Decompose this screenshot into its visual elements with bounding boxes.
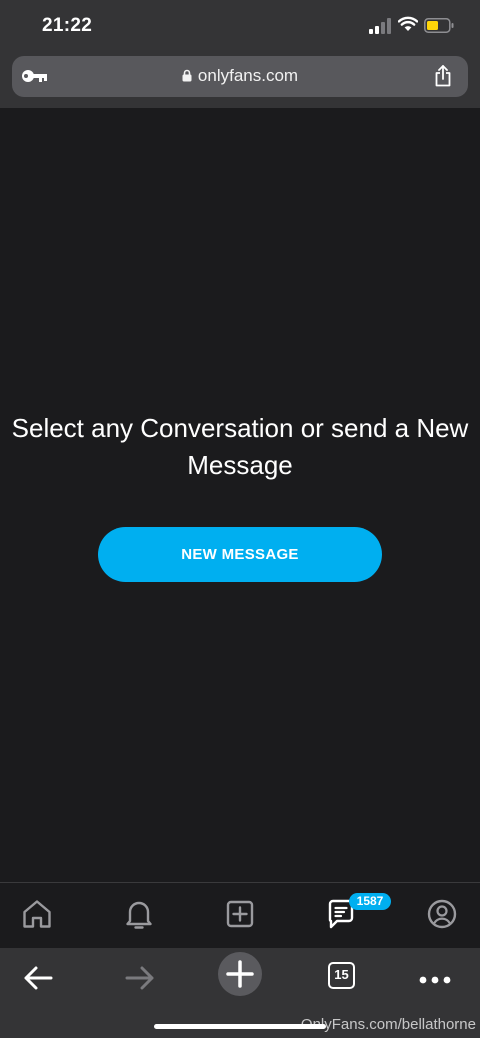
url-text: onlyfans.com (197, 66, 299, 85)
wifi-icon (398, 16, 418, 31)
messages-count-badge: 1587 (349, 893, 391, 910)
bell-icon (126, 901, 152, 929)
new-tab-button[interactable] (218, 952, 262, 996)
profile-icon (427, 899, 457, 929)
forward-button[interactable] (118, 956, 162, 1000)
new-message-button[interactable]: NEW MESSAGE (98, 527, 382, 582)
url-display[interactable]: onlyfans.com (12, 66, 468, 86)
battery-icon (424, 18, 454, 33)
status-bar: 21:22 (0, 0, 480, 52)
nav-add-post[interactable] (223, 897, 257, 931)
nav-notifications[interactable] (122, 897, 156, 931)
bottom-nav (0, 882, 480, 948)
back-button[interactable] (16, 956, 60, 1000)
share-icon[interactable] (434, 65, 452, 87)
home-icon (23, 900, 51, 928)
forward-arrow-icon (125, 966, 154, 990)
add-post-icon (226, 900, 254, 928)
watermark: OnlyFans.com/bellathorne (300, 1016, 476, 1033)
address-bar[interactable]: onlyfans.com (12, 56, 468, 97)
lock-icon (182, 69, 192, 82)
new-tab-plus-icon (226, 960, 254, 988)
nav-home[interactable] (20, 897, 54, 931)
browser-chrome: 21:22 onlyfans.com (0, 0, 480, 108)
empty-state-text: Select any Conversation or send a New Me… (11, 413, 469, 480)
status-time: 21:22 (42, 15, 93, 36)
messages-main: Select any Conversation or send a New Me… (0, 108, 480, 882)
nav-profile[interactable] (425, 897, 459, 931)
back-arrow-icon (24, 966, 53, 990)
cellular-signal-icon (369, 18, 391, 34)
more-icon (419, 976, 451, 984)
more-button[interactable] (414, 956, 458, 1000)
tabs-icon[interactable]: 15 (328, 962, 355, 989)
